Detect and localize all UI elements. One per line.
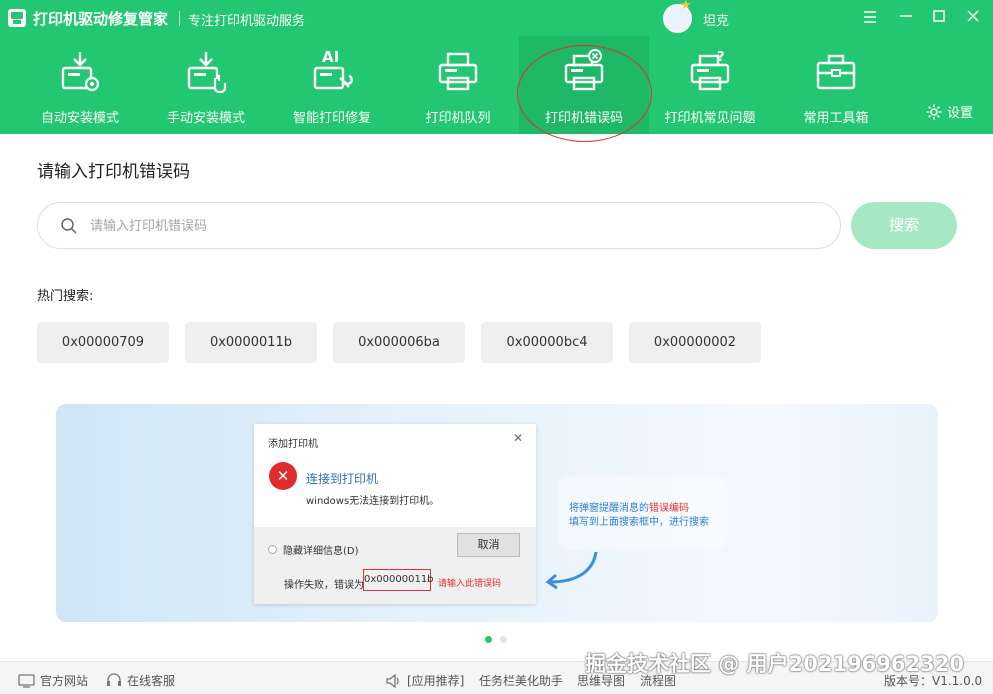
maximize-button[interactable]	[929, 8, 949, 28]
ai-repair-icon: AI	[313, 48, 354, 90]
toolbox-icon	[816, 54, 856, 90]
nav-label: 手动安装模式	[166, 111, 245, 126]
app-title: 打印机驱动修复管家	[33, 10, 169, 28]
error-icon: ✕	[269, 462, 297, 490]
dialog-cancel-button: 取消	[457, 533, 520, 557]
radio-icon	[268, 545, 277, 554]
nav-label: 智能打印修复	[292, 111, 371, 126]
hot-search-chip[interactable]: 0x00000bc4	[481, 322, 613, 363]
printer-error-icon	[564, 49, 604, 91]
nav-toolbox[interactable]: 常用工具箱	[771, 36, 901, 134]
auto-install-icon	[61, 52, 100, 92]
nav-auto-install[interactable]: 自动安装模式	[15, 36, 145, 134]
nav-label: 打印机队列	[425, 111, 491, 126]
recommend-app-link[interactable]: 任务栏美化助手	[479, 672, 563, 689]
search-box	[37, 202, 841, 249]
app-header: 打印机驱动修复管家 专注打印机驱动服务 坦克 自动安装模式	[0, 0, 993, 134]
speaker-icon	[386, 673, 399, 688]
website-icon	[18, 673, 35, 688]
user-avatar[interactable]	[663, 0, 692, 33]
dialog-message: windows无法连接到打印机。	[306, 496, 440, 507]
nav-label: 常用工具箱	[803, 111, 869, 126]
hot-search-chip[interactable]: 0x000006ba	[333, 322, 465, 363]
details-toggle: 隐藏详细信息(D)	[283, 546, 359, 557]
menu-icon[interactable]	[860, 8, 880, 28]
app-logo-icon	[8, 9, 26, 27]
manual-install-icon	[187, 52, 227, 94]
settings-label: 设置	[947, 106, 974, 121]
example-error-dialog: 添加打印机 ✕ ✕ 连接到打印机 windows无法连接到打印机。 隐藏详细信息…	[254, 424, 536, 604]
app-subtitle: 专注打印机驱动服务	[188, 14, 306, 29]
error-code-box: 0x00000011b	[363, 569, 434, 591]
printer-queue-icon	[438, 52, 478, 91]
nav-manual-install[interactable]: 手动安装模式	[141, 36, 271, 134]
gear-icon	[926, 104, 942, 119]
tip-line-1: 将弹窗提醒消息的错误编码	[569, 503, 689, 514]
title-bar: 打印机驱动修复管家 专注打印机驱动服务 坦克	[0, 0, 993, 36]
hot-search-chip[interactable]: 0x00000002	[629, 322, 761, 363]
search-button[interactable]: 搜索	[851, 202, 957, 249]
carousel-dot[interactable]	[500, 636, 507, 643]
nav-printer-error-code[interactable]: 打印机错误码	[519, 36, 649, 134]
hot-search-label: 热门搜索:	[37, 289, 94, 304]
close-button[interactable]	[963, 8, 983, 28]
dialog-footer: 隐藏详细信息(D) 取消 操作失败，错误为 0x00000011b 请输入此错误…	[254, 527, 536, 604]
nav-label: 自动安装模式	[40, 111, 119, 126]
user-name[interactable]: 坦克	[703, 10, 729, 29]
fail-text: 操作失败，错误为	[284, 580, 364, 591]
page-title: 请输入打印机错误码	[37, 162, 190, 182]
error-code-hint: 请输入此错误码	[438, 579, 502, 589]
hot-search-chip[interactable]: 0x00000709	[37, 322, 169, 363]
headset-icon	[107, 673, 121, 686]
search-icon	[61, 218, 77, 234]
close-icon: ✕	[512, 431, 523, 445]
nav-label: 打印机错误码	[544, 111, 623, 126]
title-separator	[179, 11, 180, 26]
watermark: 掘金技术社区 @ 用户2021969623​20	[585, 652, 964, 676]
minimize-button[interactable]	[896, 8, 916, 28]
printer-faq-icon: ?	[690, 50, 730, 91]
official-website-link[interactable]: 官方网站	[18, 672, 88, 689]
nav-printer-queue[interactable]: 打印机队列	[393, 36, 523, 134]
arrow-icon	[545, 551, 598, 590]
svg-text:?: ?	[717, 50, 725, 65]
error-code-search-input[interactable]	[90, 215, 810, 237]
nav-ai-repair[interactable]: AI 智能打印修复	[267, 36, 397, 134]
online-support-link[interactable]: 在线客服	[106, 672, 175, 689]
dialog-heading: 连接到打印机	[306, 472, 379, 486]
tip-line-2: 填写到上面搜索框中，进行搜索	[569, 517, 709, 528]
hot-search-chip[interactable]: 0x0000011b	[185, 322, 317, 363]
carousel-dot-active[interactable]	[485, 636, 492, 643]
nav-label: 打印机常见问题	[664, 111, 756, 126]
settings-button[interactable]: 设置	[925, 102, 973, 121]
dialog-title: 添加打印机	[268, 439, 318, 450]
app-recommend-label: [应用推荐]	[386, 672, 464, 689]
nav-printer-faq[interactable]: ? 打印机常见问题	[645, 36, 775, 134]
svg-text:AI: AI	[322, 48, 339, 66]
